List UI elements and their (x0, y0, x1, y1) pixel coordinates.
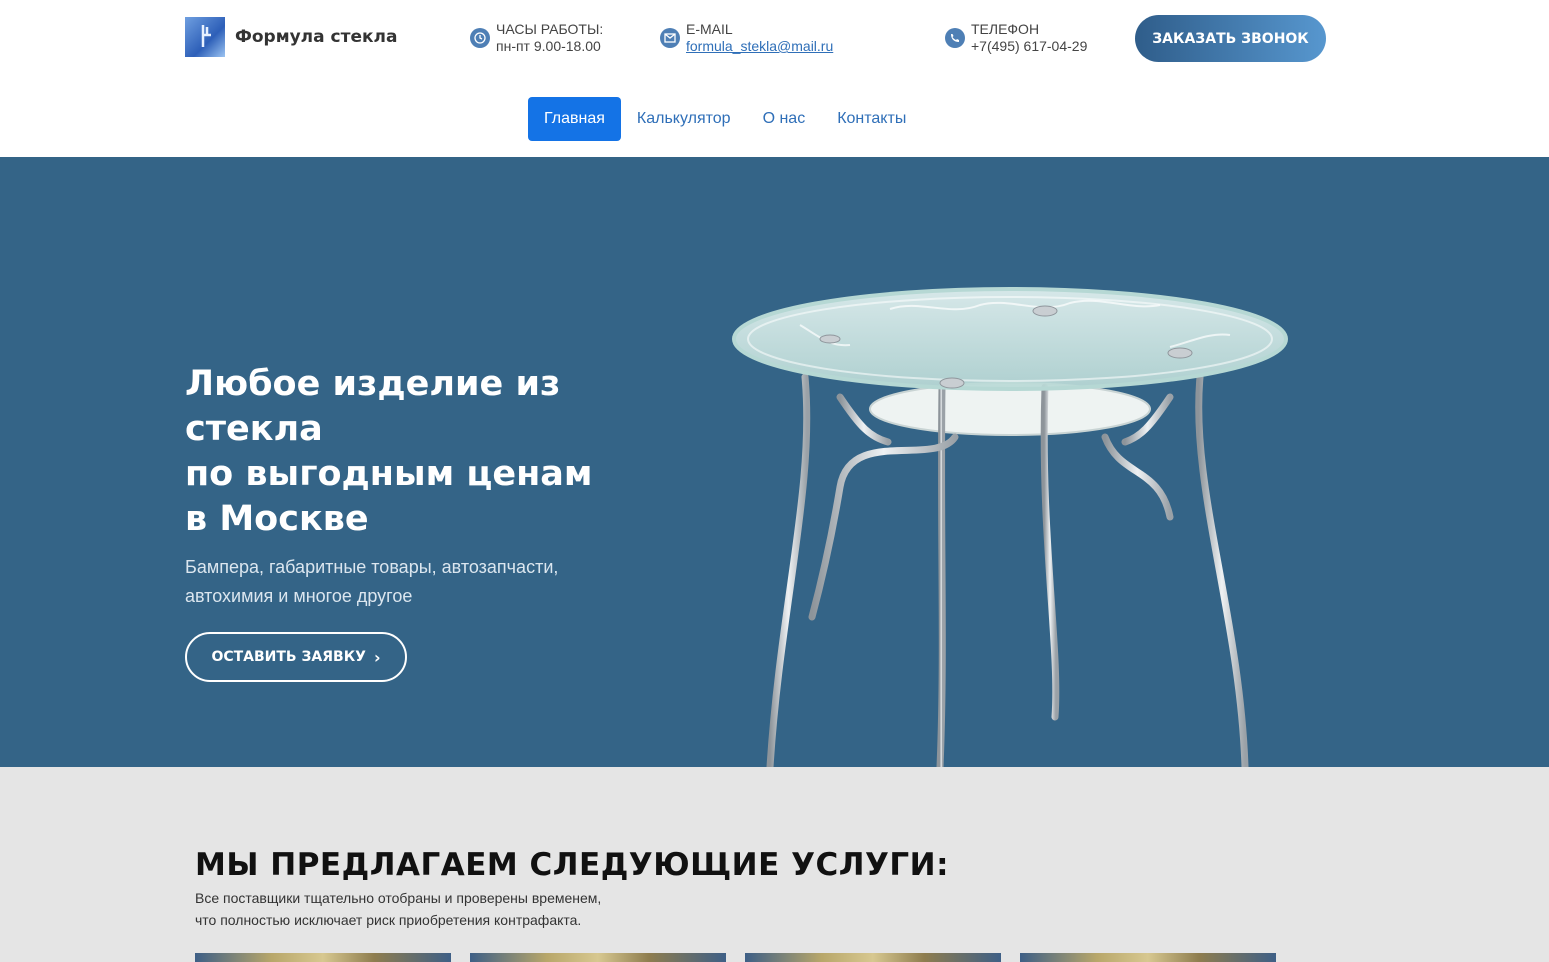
services-description: Все поставщики тщательно отобраны и пров… (195, 887, 601, 931)
phone-label: ТЕЛЕФОН (971, 21, 1040, 37)
nav-item-contacts[interactable]: Контакты (821, 97, 922, 141)
hero-title: Любое изделие из стекла по выгодным цена… (185, 362, 705, 542)
nav-item-home[interactable]: Главная (528, 97, 621, 141)
main-nav: Главная Калькулятор О нас Контакты (0, 97, 1549, 141)
hero-title-line: Любое изделие из (185, 364, 561, 404)
site-header: Формула стекла ЧАСЫ РАБОТЫ: пн-пт 9.00-1… (0, 0, 1549, 78)
hero-subtitle: Бампера, габаритные товары, автозапчасти… (185, 557, 559, 606)
phone-value: +7(495) 617-04-29 (971, 38, 1088, 54)
service-card[interactable] (745, 953, 1001, 962)
logo[interactable]: Формула стекла (185, 17, 397, 57)
hours-label: ЧАСЫ РАБОТЫ: (496, 21, 604, 37)
email-link[interactable]: formula_stekla@mail.ru (686, 38, 833, 55)
services-desc-line: Все поставщики тщательно отобраны и пров… (195, 890, 602, 906)
order-call-button[interactable]: ЗАКАЗАТЬ ЗВОНОК (1135, 15, 1326, 62)
nav-item-calculator[interactable]: Калькулятор (621, 97, 747, 141)
email-label: E-MAIL (686, 21, 733, 37)
services-desc-line: что полностью исключает риск приобретени… (195, 912, 582, 928)
services-section: МЫ ПРЕДЛАГАЕМ СЛЕДУЮЩИЕ УСЛУГИ: Все пост… (0, 767, 1549, 962)
mail-icon (660, 28, 680, 48)
service-cards (195, 953, 1276, 962)
service-card[interactable] (1020, 953, 1276, 962)
leave-request-label: ОСТАВИТЬ ЗАЯВКУ (211, 649, 366, 665)
logo-image (185, 17, 225, 57)
hours-value: пн-пт 9.00-18.00 (496, 38, 601, 54)
services-heading: МЫ ПРЕДЛАГАЕМ СЛЕДУЮЩИЕ УСЛУГИ: (195, 847, 949, 883)
phone-block: ТЕЛЕФОН +7(495) 617-04-29 (945, 21, 1087, 55)
phone-icon (945, 28, 965, 48)
service-card[interactable] (470, 953, 726, 962)
leave-request-button[interactable]: ОСТАВИТЬ ЗАЯВКУ › (185, 632, 407, 682)
glass-table-image (732, 287, 1288, 767)
service-card[interactable] (195, 953, 451, 962)
clock-icon (470, 28, 490, 48)
chevron-right-icon: › (373, 647, 381, 667)
logo-text: Формула стекла (235, 27, 398, 47)
work-hours: ЧАСЫ РАБОТЫ: пн-пт 9.00-18.00 (470, 21, 603, 55)
nav-item-about[interactable]: О нас (747, 97, 822, 141)
hero-title-line: стекла (185, 409, 323, 449)
hero-title-line: в Москве (185, 499, 369, 539)
hero-section: Любое изделие из стекла по выгодным цена… (0, 157, 1549, 767)
email-block: E-MAIL formula_stekla@mail.ru (660, 21, 833, 55)
hero-title-line: по выгодным ценам (185, 454, 593, 494)
